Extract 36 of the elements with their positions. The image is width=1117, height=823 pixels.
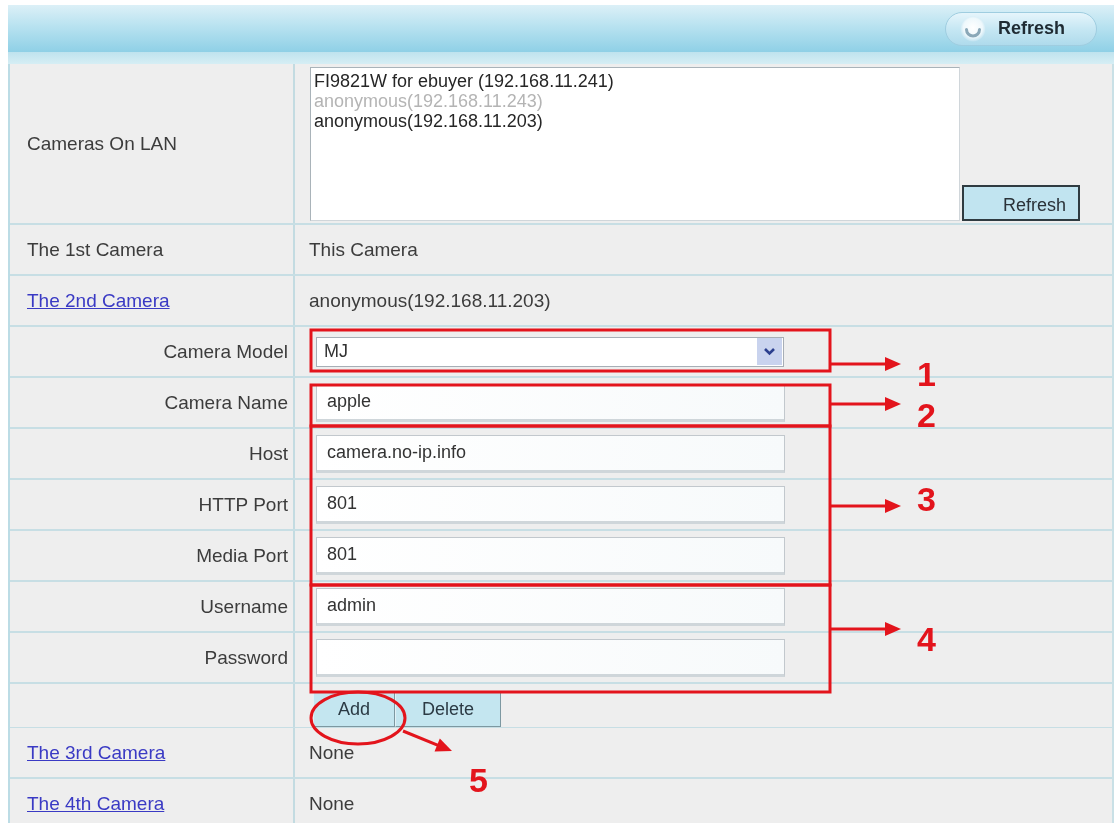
text-field[interactable] bbox=[316, 638, 785, 677]
callout-number: 5 bbox=[469, 763, 488, 797]
callout-number: 1 bbox=[917, 357, 936, 391]
status-text: None bbox=[309, 741, 355, 764]
field-label: Host bbox=[248, 442, 288, 465]
field-label: HTTP Port bbox=[198, 493, 288, 516]
text-field[interactable]: 801 bbox=[316, 485, 785, 524]
field-label: Camera Model bbox=[163, 340, 288, 363]
field-label: Password bbox=[204, 646, 288, 669]
status-text: anonymous(192.168.11.203) bbox=[309, 289, 551, 312]
field-label: Camera Name bbox=[164, 391, 288, 414]
text-field[interactable]: 801 bbox=[316, 536, 785, 575]
field-label: Media Port bbox=[196, 544, 288, 567]
refresh-button[interactable]: Refresh bbox=[962, 185, 1080, 221]
field-label: Username bbox=[200, 595, 288, 618]
pointer-arrow bbox=[830, 499, 901, 513]
text-field[interactable]: camera.no-ip.info bbox=[316, 434, 785, 473]
text-field[interactable]: admin bbox=[316, 587, 785, 626]
dropdown-field[interactable]: MJ bbox=[316, 336, 784, 367]
pointer-arrow bbox=[402, 729, 452, 752]
camera-list-item[interactable]: FI9821W for ebuyer (192.168.11.241) bbox=[314, 71, 959, 91]
delete-button[interactable]: Delete bbox=[395, 692, 501, 727]
row-label: Cameras On LAN bbox=[27, 132, 177, 155]
camera-list-item[interactable]: anonymous(192.168.11.203) bbox=[314, 111, 959, 131]
callout-number: 2 bbox=[917, 398, 936, 432]
status-text: This Camera bbox=[309, 238, 418, 261]
status-text: None bbox=[309, 792, 355, 815]
pointer-arrow bbox=[830, 622, 901, 636]
pointer-arrow bbox=[830, 357, 901, 371]
refresh-icon bbox=[960, 15, 986, 42]
refresh-button[interactable]: Refresh bbox=[945, 11, 1097, 46]
pointer-arrow bbox=[830, 397, 901, 411]
chevron-down-icon bbox=[757, 338, 782, 365]
callout-number: 3 bbox=[917, 482, 936, 516]
callout-number: 4 bbox=[917, 622, 936, 656]
row-label: The 1st Camera bbox=[27, 238, 164, 261]
